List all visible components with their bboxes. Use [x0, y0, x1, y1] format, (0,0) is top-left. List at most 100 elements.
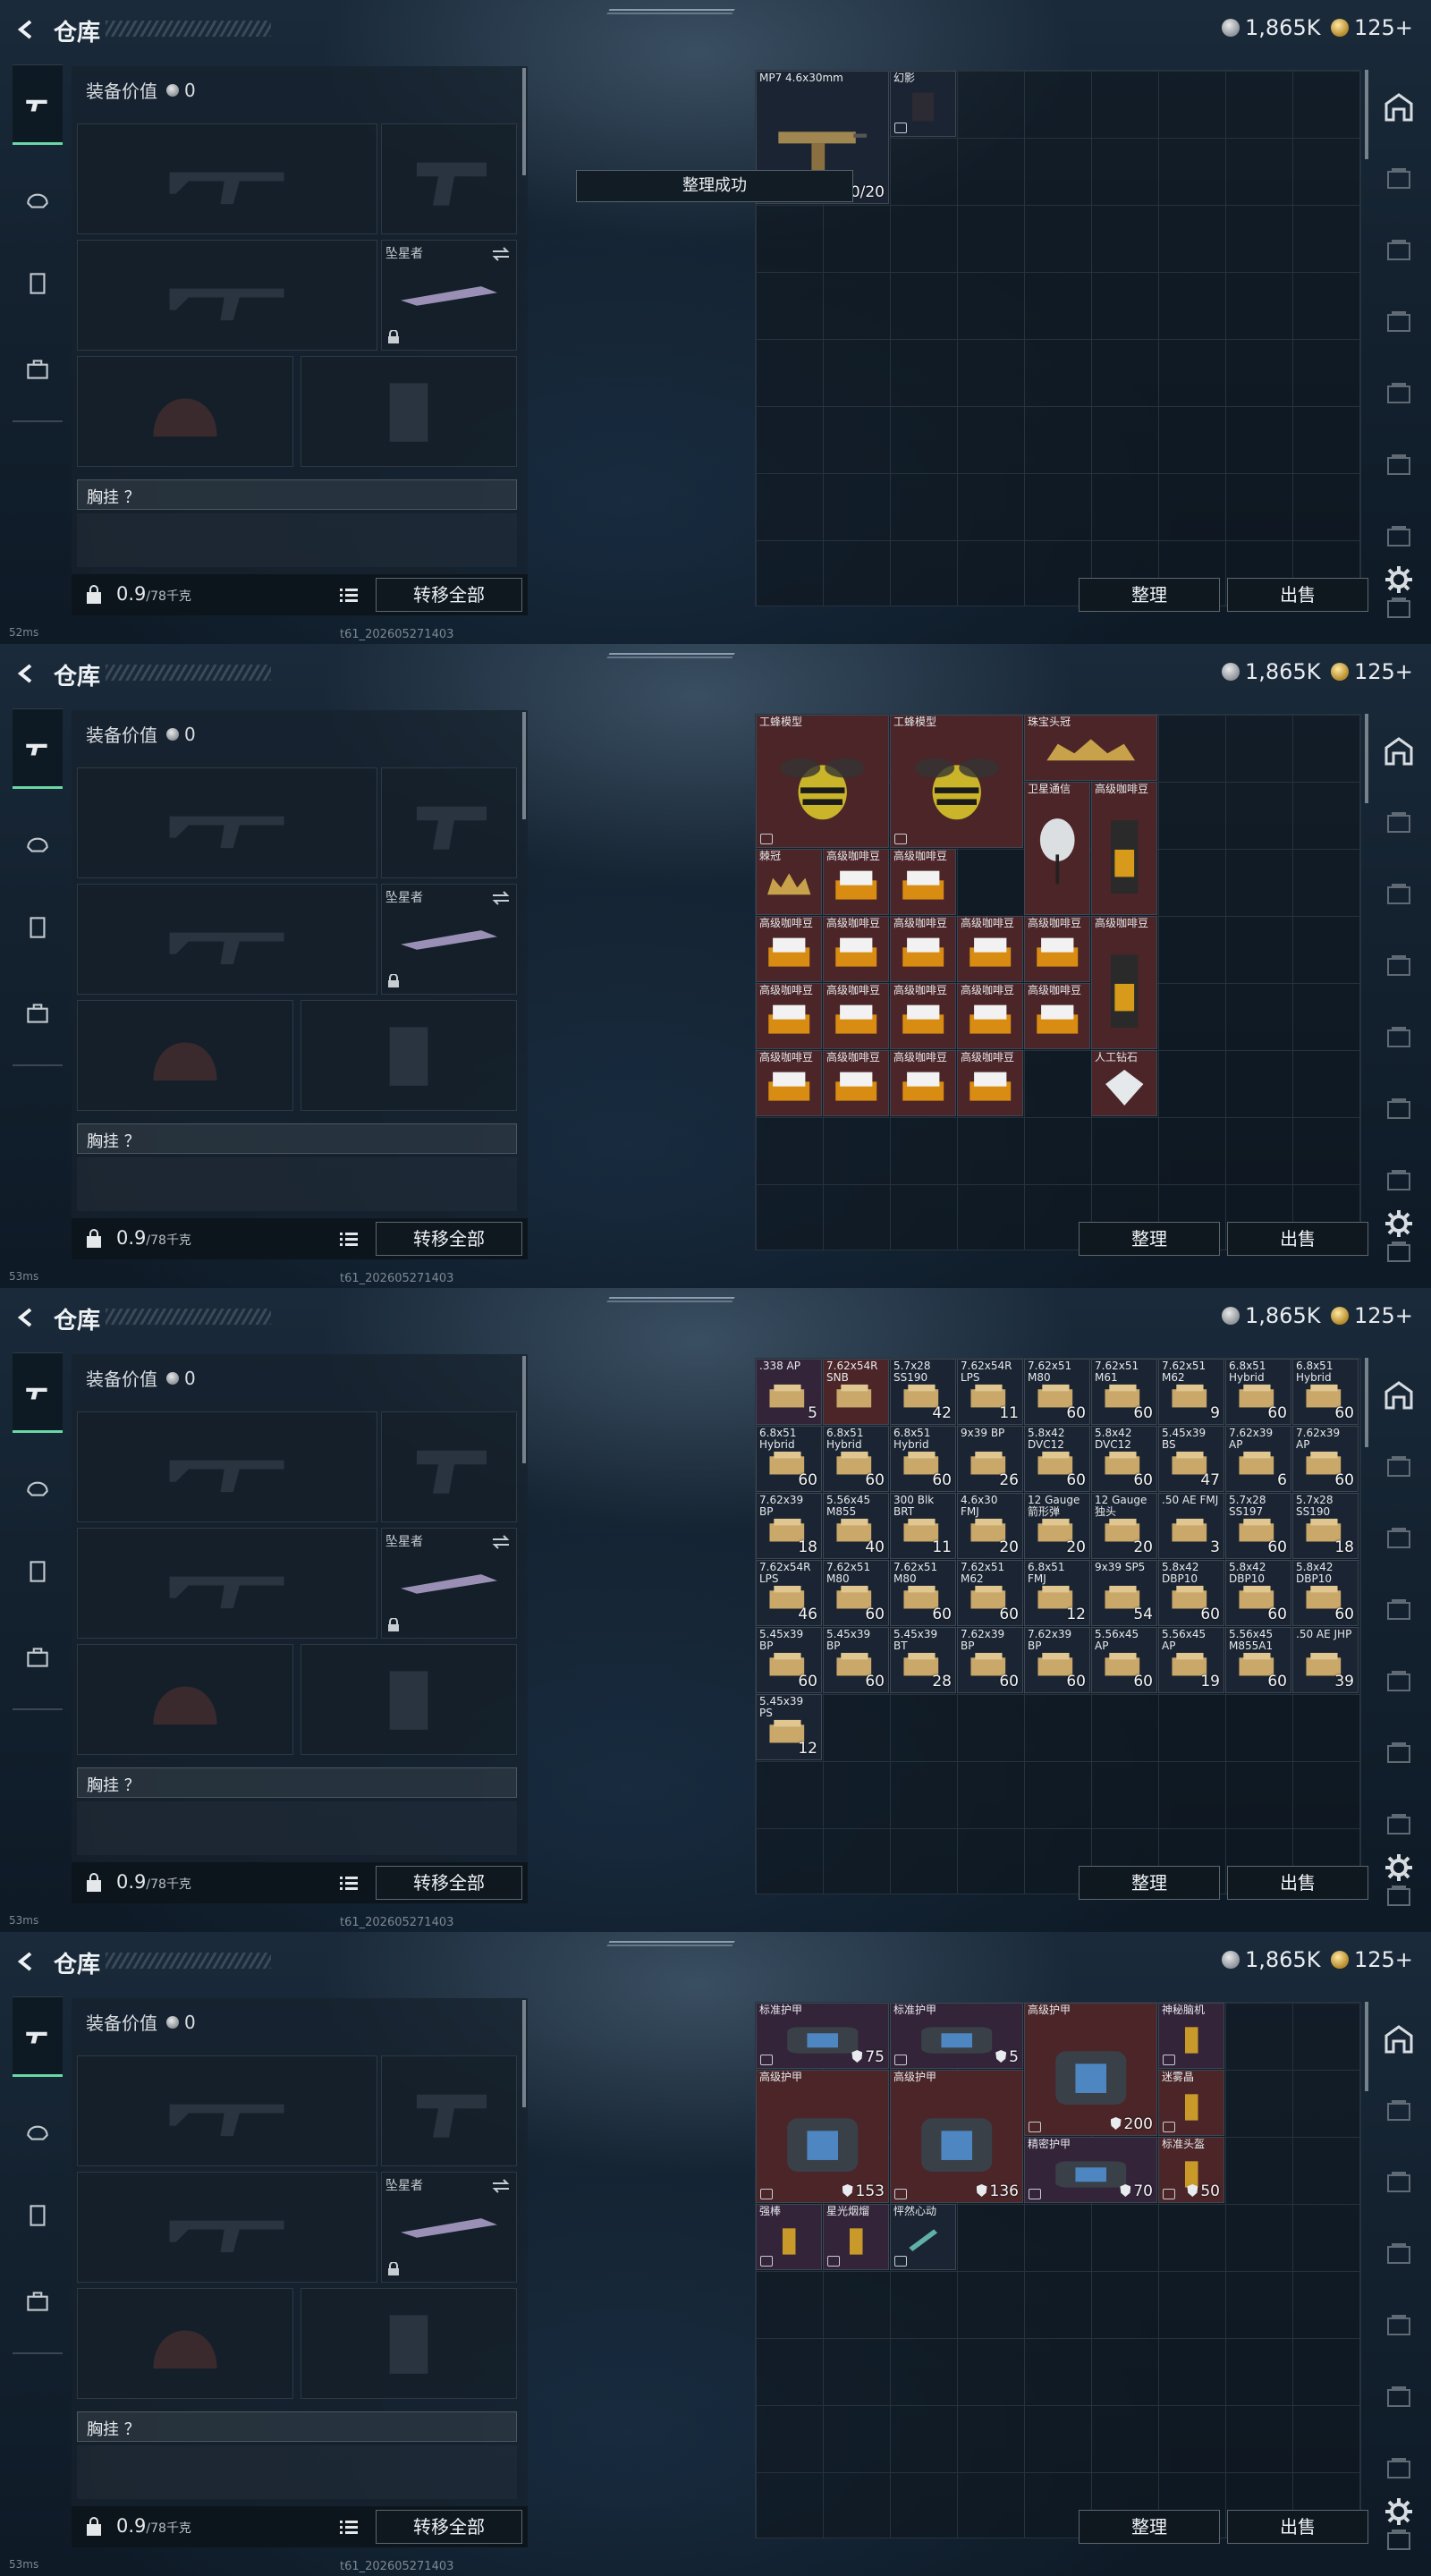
swap-icon[interactable]	[491, 2178, 511, 2194]
inventory-item[interactable]: 珠宝头冠	[1024, 715, 1157, 781]
tab-armor[interactable]	[13, 803, 63, 884]
inventory-item[interactable]: 6.8x51 Hybrid 60	[756, 1426, 822, 1492]
stash-page-2-icon[interactable]	[1381, 877, 1417, 912]
stash-page-2-icon[interactable]	[1381, 1521, 1417, 1556]
warehouse-scrollbar[interactable]	[1365, 1358, 1368, 1447]
gold-currency[interactable]: 125+	[1331, 1302, 1413, 1329]
inventory-item[interactable]: 5.45x39 BS 47	[1158, 1426, 1224, 1492]
inventory-item[interactable]: 5.7x28 SS190 42	[890, 1359, 956, 1425]
tab-rigs[interactable]	[13, 1531, 63, 1612]
inventory-item[interactable]: 高级咖啡豆	[823, 1050, 889, 1116]
inventory-item[interactable]: 5.8x42 DVC12 60	[1091, 1426, 1157, 1492]
chest-rig-slot[interactable]	[77, 513, 517, 567]
stash-page-4-icon[interactable]	[1381, 1020, 1417, 1055]
inventory-item[interactable]: 高级护甲 153	[756, 2070, 889, 2203]
sell-button[interactable]: 出售	[1227, 1222, 1368, 1256]
tab-armor[interactable]	[13, 2091, 63, 2172]
inventory-item[interactable]: 7.62x51 M80 60	[1024, 1359, 1090, 1425]
inventory-item[interactable]: 高级咖啡豆	[1024, 916, 1090, 982]
secondary-weapon-slot[interactable]	[77, 240, 377, 351]
stash-page-6-icon[interactable]	[1381, 1807, 1417, 1843]
body-armor-slot[interactable]	[301, 1000, 517, 1111]
inventory-item[interactable]: 7.62x51 M61 60	[1091, 1359, 1157, 1425]
inventory-item[interactable]: 卫星通信	[1024, 782, 1090, 915]
warehouse-home-icon[interactable]	[1381, 2021, 1417, 2057]
secondary-weapon-slot[interactable]	[77, 884, 377, 995]
stash-page-3-icon[interactable]	[1381, 304, 1417, 340]
inventory-item[interactable]: 工蜂模型	[756, 715, 889, 848]
stash-page-2-icon[interactable]	[1381, 2165, 1417, 2200]
inventory-item[interactable]: 6.8x51 FMJ 12	[1024, 1560, 1090, 1626]
stash-page-2-icon[interactable]	[1381, 233, 1417, 268]
melee-slot[interactable]: 坠星者	[381, 2172, 517, 2283]
inventory-item[interactable]: .50 AE JHP 39	[1292, 1627, 1359, 1693]
stash-page-1-icon[interactable]	[1381, 161, 1417, 197]
gold-currency[interactable]: 125+	[1331, 658, 1413, 685]
inventory-item[interactable]: 6.8x51 Hybrid 60	[1292, 1359, 1359, 1425]
sell-button[interactable]: 出售	[1227, 1866, 1368, 1900]
inventory-item[interactable]: 5.45x39 BP 60	[823, 1627, 889, 1693]
melee-slot[interactable]: 坠星者	[381, 1528, 517, 1639]
tab-backpacks[interactable]	[13, 2261, 63, 2342]
inventory-item[interactable]: 7.62x54R LPS 11	[957, 1359, 1023, 1425]
inventory-item[interactable]: 5.56x45 AP 60	[1091, 1627, 1157, 1693]
body-armor-slot[interactable]	[301, 356, 517, 467]
list-icon[interactable]	[340, 1232, 358, 1246]
inventory-item[interactable]: 5.56x45 AP 19	[1158, 1627, 1224, 1693]
inventory-item[interactable]: 高级咖啡豆	[957, 983, 1023, 1049]
inventory-item[interactable]: 7.62x39 BP 60	[957, 1627, 1023, 1693]
inventory-item[interactable]: 9x39 BP 26	[957, 1426, 1023, 1492]
inventory-item[interactable]: 7.62x39 AP 6	[1225, 1426, 1291, 1492]
inventory-item[interactable]: 7.62x39 BP 60	[1024, 1627, 1090, 1693]
gold-currency[interactable]: 125+	[1331, 14, 1413, 41]
tab-rigs[interactable]	[13, 2175, 63, 2256]
settings-gear-icon[interactable]	[1381, 2494, 1417, 2529]
tab-backpacks[interactable]	[13, 973, 63, 1054]
inventory-item[interactable]: 星光烟熘	[823, 2204, 889, 2270]
inventory-item[interactable]: 9x39 SP5 54	[1091, 1560, 1157, 1626]
stash-page-3-icon[interactable]	[1381, 1592, 1417, 1628]
helmet-slot[interactable]	[77, 1644, 293, 1755]
inventory-item[interactable]: 12 Gauge 独头 20	[1091, 1493, 1157, 1559]
settings-gear-icon[interactable]	[1381, 1206, 1417, 1241]
inventory-item[interactable]: 高级咖啡豆	[890, 849, 956, 915]
warehouse-home-icon[interactable]	[1381, 89, 1417, 125]
transfer-all-button[interactable]: 转移全部	[376, 1222, 522, 1256]
stash-page-6-icon[interactable]	[1381, 1163, 1417, 1199]
stash-page-1-icon[interactable]	[1381, 1449, 1417, 1485]
sort-button[interactable]: 整理	[1079, 2510, 1220, 2544]
inventory-item[interactable]: 高级咖啡豆	[823, 983, 889, 1049]
inventory-item[interactable]: .338 AP 5	[756, 1359, 822, 1425]
swap-icon[interactable]	[491, 1534, 511, 1550]
tab-armor[interactable]	[13, 159, 63, 240]
back-arrow-icon[interactable]	[16, 20, 36, 39]
inventory-item[interactable]: 高级咖啡豆	[957, 916, 1023, 982]
warehouse-scrollbar[interactable]	[1365, 2002, 1368, 2091]
sort-button[interactable]: 整理	[1079, 1222, 1220, 1256]
loadout-scrollbar[interactable]	[522, 2000, 526, 2107]
stash-page-6-icon[interactable]	[1381, 519, 1417, 555]
inventory-item[interactable]: 高级咖啡豆	[823, 916, 889, 982]
tab-rigs[interactable]	[13, 243, 63, 324]
inventory-item[interactable]: 6.8x51 Hybrid 60	[823, 1426, 889, 1492]
tab-weapons[interactable]	[13, 708, 63, 789]
inventory-item[interactable]: 5.8x42 DBP10 60	[1225, 1560, 1291, 1626]
inventory-item[interactable]: 高级护甲 136	[890, 2070, 1023, 2203]
inventory-item[interactable]: 7.62x51 M80 60	[890, 1560, 956, 1626]
melee-slot[interactable]: 坠星者	[381, 240, 517, 351]
stash-page-4-icon[interactable]	[1381, 376, 1417, 411]
inventory-item[interactable]: 5.8x42 DBP10 60	[1292, 1560, 1359, 1626]
inventory-item[interactable]: 5.56x45 M855 40	[823, 1493, 889, 1559]
list-icon[interactable]	[340, 588, 358, 602]
stash-page-1-icon[interactable]	[1381, 805, 1417, 841]
settings-gear-icon[interactable]	[1381, 562, 1417, 597]
inventory-item[interactable]: 高级咖啡豆	[957, 1050, 1023, 1116]
stash-page-3-icon[interactable]	[1381, 948, 1417, 984]
inventory-item[interactable]: 5.56x45 M855A1 60	[1225, 1627, 1291, 1693]
sell-button[interactable]: 出售	[1227, 578, 1368, 612]
stash-page-5-icon[interactable]	[1381, 1091, 1417, 1127]
stash-page-1-icon[interactable]	[1381, 2093, 1417, 2129]
tab-backpacks[interactable]	[13, 1617, 63, 1698]
inventory-item[interactable]: 5.7x28 SS197 60	[1225, 1493, 1291, 1559]
chest-rig-slot[interactable]	[77, 1157, 517, 1211]
